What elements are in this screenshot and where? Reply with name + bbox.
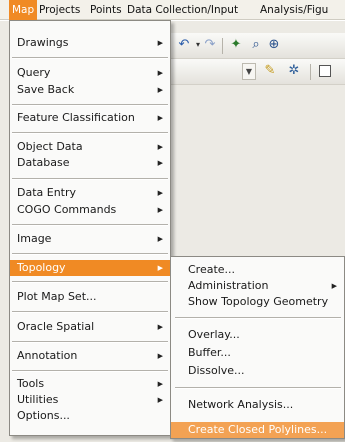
menu-separator — [175, 387, 341, 389]
submenu-arrow-icon: ▶ — [157, 323, 163, 331]
menu-item-label: Image — [17, 232, 52, 245]
menu-item-topology[interactable]: Topology ▶ — [10, 260, 170, 276]
settings-icon[interactable]: ✲ — [286, 63, 302, 79]
submenu-item-label: Create... — [188, 263, 236, 276]
submenu-item-label: Dissolve... — [188, 364, 245, 377]
submenu-arrow-icon: ▶ — [157, 69, 163, 77]
submenu-item-show-topology-geometry[interactable]: Show Topology Geometry — [171, 294, 344, 310]
menu-separator — [12, 370, 168, 372]
menu-item-save-back[interactable]: Save Back ▶ — [10, 82, 170, 98]
menubar-map[interactable]: Map — [9, 0, 38, 20]
layer-icon[interactable]: ✦ — [228, 37, 244, 53]
menu-item-label: Feature Classification — [17, 111, 135, 124]
submenu-arrow-icon: ▶ — [157, 396, 163, 404]
submenu-item-network-analysis[interactable]: Network Analysis... — [171, 397, 344, 413]
submenu-item-label: Overlay... — [188, 328, 240, 341]
menu-item-database[interactable]: Database ▶ — [10, 155, 170, 171]
menu-item-label: Topology — [17, 261, 66, 274]
submenu-item-label: Network Analysis... — [188, 398, 294, 411]
submenu-item-label: Create Closed Polylines... — [188, 423, 328, 436]
toolbar-row-1: ↶ ▾ ↷ ✦ ⌕ ⊕ — [170, 33, 345, 59]
topology-submenu: Create... Administration ▶ Show Topology… — [170, 256, 345, 439]
menubar-points[interactable]: Points — [87, 0, 125, 20]
menu-item-label: Database — [17, 156, 70, 169]
redo-icon[interactable]: ↷ — [202, 37, 218, 53]
menu-item-label: Utilities — [17, 393, 59, 406]
submenu-arrow-icon: ▶ — [157, 86, 163, 94]
submenu-item-create-closed-polylines[interactable]: Create Closed Polylines... — [171, 422, 344, 438]
menubar: Map Projects Points Data Collection/Inpu… — [0, 0, 345, 20]
menu-item-label: Plot Map Set... — [17, 290, 97, 303]
menu-item-label: Annotation — [17, 349, 78, 362]
submenu-arrow-icon: ▶ — [157, 189, 163, 197]
submenu-arrow-icon: ▶ — [157, 114, 163, 122]
menu-item-query[interactable]: Query ▶ — [10, 65, 170, 81]
submenu-item-overlay[interactable]: Overlay... — [171, 327, 344, 343]
menu-item-annotation[interactable]: Annotation ▶ — [10, 348, 170, 364]
menu-item-label: COGO Commands — [17, 203, 117, 216]
menubar-analysis[interactable]: Analysis/Figu — [257, 0, 331, 20]
menu-item-label: Object Data — [17, 140, 83, 153]
toolbar-separator — [222, 38, 223, 54]
menu-item-object-data[interactable]: Object Data ▶ — [10, 139, 170, 155]
zoom-icon[interactable]: ⌕ — [248, 37, 264, 53]
menu-item-cogo-commands[interactable]: COGO Commands ▶ — [10, 202, 170, 218]
submenu-item-administration[interactable]: Administration ▶ — [171, 278, 344, 294]
menu-item-label: Tools — [17, 377, 45, 390]
map-icon[interactable]: ✎ — [262, 63, 278, 79]
submenu-arrow-icon: ▶ — [157, 264, 163, 272]
submenu-arrow-icon: ▶ — [157, 380, 163, 388]
menu-item-drawings[interactable]: Drawings ▶ — [10, 35, 170, 51]
menu-separator — [12, 281, 168, 283]
menu-separator — [12, 224, 168, 226]
menu-item-label: Oracle Spatial — [17, 320, 95, 333]
menu-item-label: Query — [17, 66, 51, 79]
menu-item-feature-classification[interactable]: Feature Classification ▶ — [10, 110, 170, 126]
menu-item-utilities[interactable]: Utilities ▶ — [10, 392, 170, 408]
submenu-arrow-icon: ▶ — [157, 143, 163, 151]
menu-separator — [12, 311, 168, 313]
menu-item-data-entry[interactable]: Data Entry ▶ — [10, 185, 170, 201]
checkbox-icon[interactable] — [319, 65, 331, 77]
submenu-arrow-icon: ▶ — [157, 235, 163, 243]
submenu-arrow-icon: ▶ — [157, 352, 163, 360]
submenu-arrow-icon: ▶ — [157, 159, 163, 167]
menubar-projects[interactable]: Projects — [36, 0, 83, 20]
dropdown-icon[interactable]: ▼ — [242, 63, 256, 80]
map-menu: Drawings ▶ Query ▶ Save Back ▶ Feature C… — [9, 20, 171, 436]
menu-item-options[interactable]: Options... — [10, 408, 170, 424]
menu-item-label: Data Entry — [17, 186, 77, 199]
menu-item-image[interactable]: Image ▶ — [10, 231, 170, 247]
menubar-data-collection[interactable]: Data Collection/Input — [124, 0, 241, 20]
submenu-item-buffer[interactable]: Buffer... — [171, 345, 344, 361]
submenu-item-label: Show Topology Geometry — [188, 295, 329, 308]
zoom-window-icon[interactable]: ⊕ — [266, 37, 282, 53]
submenu-item-label: Buffer... — [188, 346, 231, 359]
menu-separator — [12, 341, 168, 343]
submenu-item-create[interactable]: Create... — [171, 262, 344, 278]
menu-item-label: Save Back — [17, 83, 75, 96]
toolbar-separator — [310, 64, 311, 80]
menu-separator — [12, 132, 168, 134]
menu-item-oracle-spatial[interactable]: Oracle Spatial ▶ — [10, 319, 170, 335]
submenu-item-dissolve[interactable]: Dissolve... — [171, 363, 344, 379]
menu-item-tools[interactable]: Tools ▶ — [10, 376, 170, 392]
menu-separator — [12, 57, 168, 59]
menu-separator — [12, 253, 168, 255]
submenu-item-label: Administration — [188, 279, 269, 292]
menu-item-label: Drawings — [17, 36, 69, 49]
menu-separator — [175, 317, 341, 319]
menu-separator — [12, 178, 168, 180]
submenu-arrow-icon: ▶ — [331, 282, 337, 290]
submenu-arrow-icon: ▶ — [157, 39, 163, 47]
submenu-arrow-icon: ▶ — [157, 206, 163, 214]
menu-item-plot-map-set[interactable]: Plot Map Set... — [10, 289, 170, 305]
toolbar-row-2: ▼ ✎ ✲ — [170, 59, 345, 85]
menu-item-label: Options... — [17, 409, 70, 422]
menu-separator — [12, 104, 168, 106]
